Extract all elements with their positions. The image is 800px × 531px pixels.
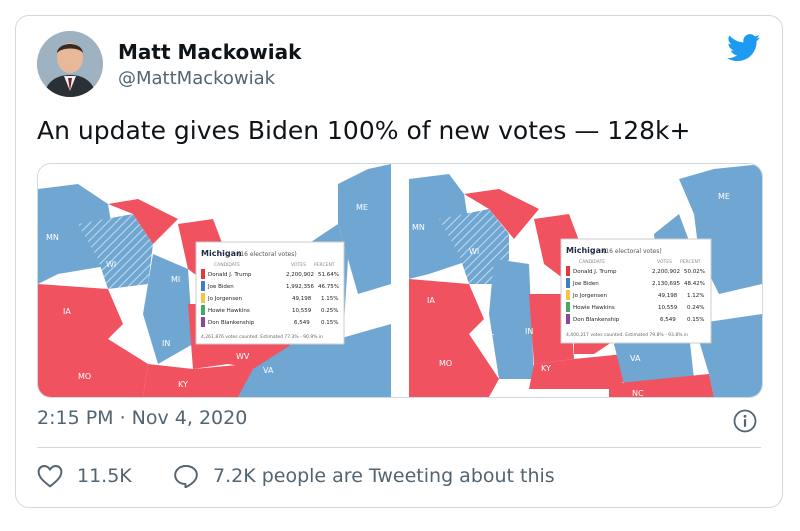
svg-text:10,559: 10,559 xyxy=(658,305,678,311)
svg-text:Joe Biden: Joe Biden xyxy=(207,284,234,290)
state-label: ME xyxy=(718,192,730,201)
svg-text:10,559: 10,559 xyxy=(292,308,312,314)
media-divider xyxy=(391,164,409,397)
state-label: IN xyxy=(525,327,533,336)
state-label: VA xyxy=(263,366,274,375)
state-label: ME xyxy=(356,203,368,212)
svg-text:1.12%: 1.12% xyxy=(687,293,704,299)
vote-popup: Michigan (16 electoral votes) CANDIDATE … xyxy=(560,238,712,344)
state-label: MN xyxy=(412,223,425,232)
svg-text:Howie Hawkins: Howie Hawkins xyxy=(573,305,615,311)
svg-text:CANDIDATE: CANDIDATE xyxy=(214,262,240,268)
state-label: IA xyxy=(63,307,71,316)
state-label: IN xyxy=(162,339,170,348)
svg-text:0.24%: 0.24% xyxy=(687,305,704,311)
svg-text:Donald J. Trump: Donald J. Trump xyxy=(208,272,252,278)
svg-text:PERCENT: PERCENT xyxy=(314,262,335,268)
state-label: KY xyxy=(541,364,551,373)
svg-text:2,130,695: 2,130,695 xyxy=(652,281,680,287)
like-count: 11.5K xyxy=(77,465,132,487)
state-label: IL xyxy=(122,339,129,348)
svg-text:Michigan: Michigan xyxy=(566,246,607,255)
svg-text:6,549: 6,549 xyxy=(294,320,310,326)
svg-text:4,400,217 votes counted. Estim: 4,400,217 votes counted. Estimated 79.8%… xyxy=(566,332,688,338)
svg-text:0.25%: 0.25% xyxy=(321,308,338,314)
svg-text:46.75%: 46.75% xyxy=(318,284,339,290)
state-label: WI xyxy=(469,247,479,256)
state-label: WV xyxy=(236,352,250,361)
info-icon[interactable] xyxy=(733,409,757,433)
svg-text:VOTES: VOTES xyxy=(291,262,306,268)
svg-text:0.15%: 0.15% xyxy=(687,317,704,323)
state-label: MI xyxy=(537,265,546,274)
election-map-before: MN WI MI IA IL IN MO KY WV VA ME Michiga… xyxy=(38,164,391,397)
avatar[interactable] xyxy=(37,31,103,97)
svg-text:1,992,356: 1,992,356 xyxy=(286,284,314,290)
svg-text:Don Blankenship: Don Blankenship xyxy=(208,320,255,326)
state-label: MO xyxy=(439,359,452,368)
tweet-text: An update gives Biden 100% of new votes … xyxy=(37,116,691,145)
svg-text:2,200,902: 2,200,902 xyxy=(286,272,314,278)
state-label: WI xyxy=(106,260,116,269)
tweeting-text: 7.2K people are Tweeting about this xyxy=(213,465,555,487)
svg-text:Joe Biden: Joe Biden xyxy=(572,281,599,287)
svg-text:Jo Jorgensen: Jo Jorgensen xyxy=(572,293,607,299)
twitter-bird-icon[interactable] xyxy=(727,34,761,62)
svg-text:0.15%: 0.15% xyxy=(321,320,338,326)
svg-text:4,261,876 votes counted. Estim: 4,261,876 votes counted. Estimated 77.3%… xyxy=(201,334,323,340)
state-label: MO xyxy=(78,372,91,381)
svg-text:Jo Jorgensen: Jo Jorgensen xyxy=(207,296,242,302)
svg-text:(16 electoral votes): (16 electoral votes) xyxy=(238,251,297,258)
like-button[interactable]: 11.5K xyxy=(37,464,132,488)
svg-text:1.15%: 1.15% xyxy=(321,296,338,302)
state-label: VA xyxy=(630,354,641,363)
state-label: NC xyxy=(632,389,644,397)
tweeting-link[interactable]: 7.2K people are Tweeting about this xyxy=(173,464,555,488)
divider xyxy=(37,447,761,448)
state-label: KY xyxy=(178,380,188,389)
svg-text:2,200,902: 2,200,902 xyxy=(652,269,680,275)
svg-text:50.02%: 50.02% xyxy=(684,269,705,275)
svg-text:Don Blankenship: Don Blankenship xyxy=(573,317,620,323)
svg-text:(16 electoral votes): (16 electoral votes) xyxy=(603,248,662,255)
svg-text:48.42%: 48.42% xyxy=(684,281,705,287)
speech-bubble-icon xyxy=(174,465,198,488)
vote-popup: Michigan (16 electoral votes) CANDIDATE … xyxy=(195,241,345,345)
election-map-after: MN WI MI IA IL IN MO KY VA NC ME Michiga… xyxy=(409,164,762,397)
state-label: IL xyxy=(487,328,494,337)
state-label: IA xyxy=(427,296,435,305)
author-handle[interactable]: @MattMackowiak xyxy=(118,68,275,89)
author-name[interactable]: Matt Mackowiak xyxy=(118,40,301,64)
svg-text:49,198: 49,198 xyxy=(658,293,678,299)
svg-text:Michigan: Michigan xyxy=(201,249,242,258)
svg-text:PERCENT: PERCENT xyxy=(680,259,701,265)
svg-text:6,549: 6,549 xyxy=(660,317,676,323)
state-label: MN xyxy=(46,233,59,242)
heart-icon xyxy=(37,465,63,488)
svg-text:Donald J. Trump: Donald J. Trump xyxy=(573,269,617,275)
svg-text:VOTES: VOTES xyxy=(657,259,672,265)
state-label: MI xyxy=(171,275,180,284)
svg-text:51.64%: 51.64% xyxy=(318,272,339,278)
svg-text:CANDIDATE: CANDIDATE xyxy=(579,259,605,265)
svg-text:49,198: 49,198 xyxy=(292,296,312,302)
svg-text:Howie Hawkins: Howie Hawkins xyxy=(208,308,250,314)
tweet-media[interactable]: MN WI MI IA IL IN MO KY WV VA ME Michiga… xyxy=(37,163,763,398)
tweet-timestamp[interactable]: 2:15 PM · Nov 4, 2020 xyxy=(37,407,247,429)
